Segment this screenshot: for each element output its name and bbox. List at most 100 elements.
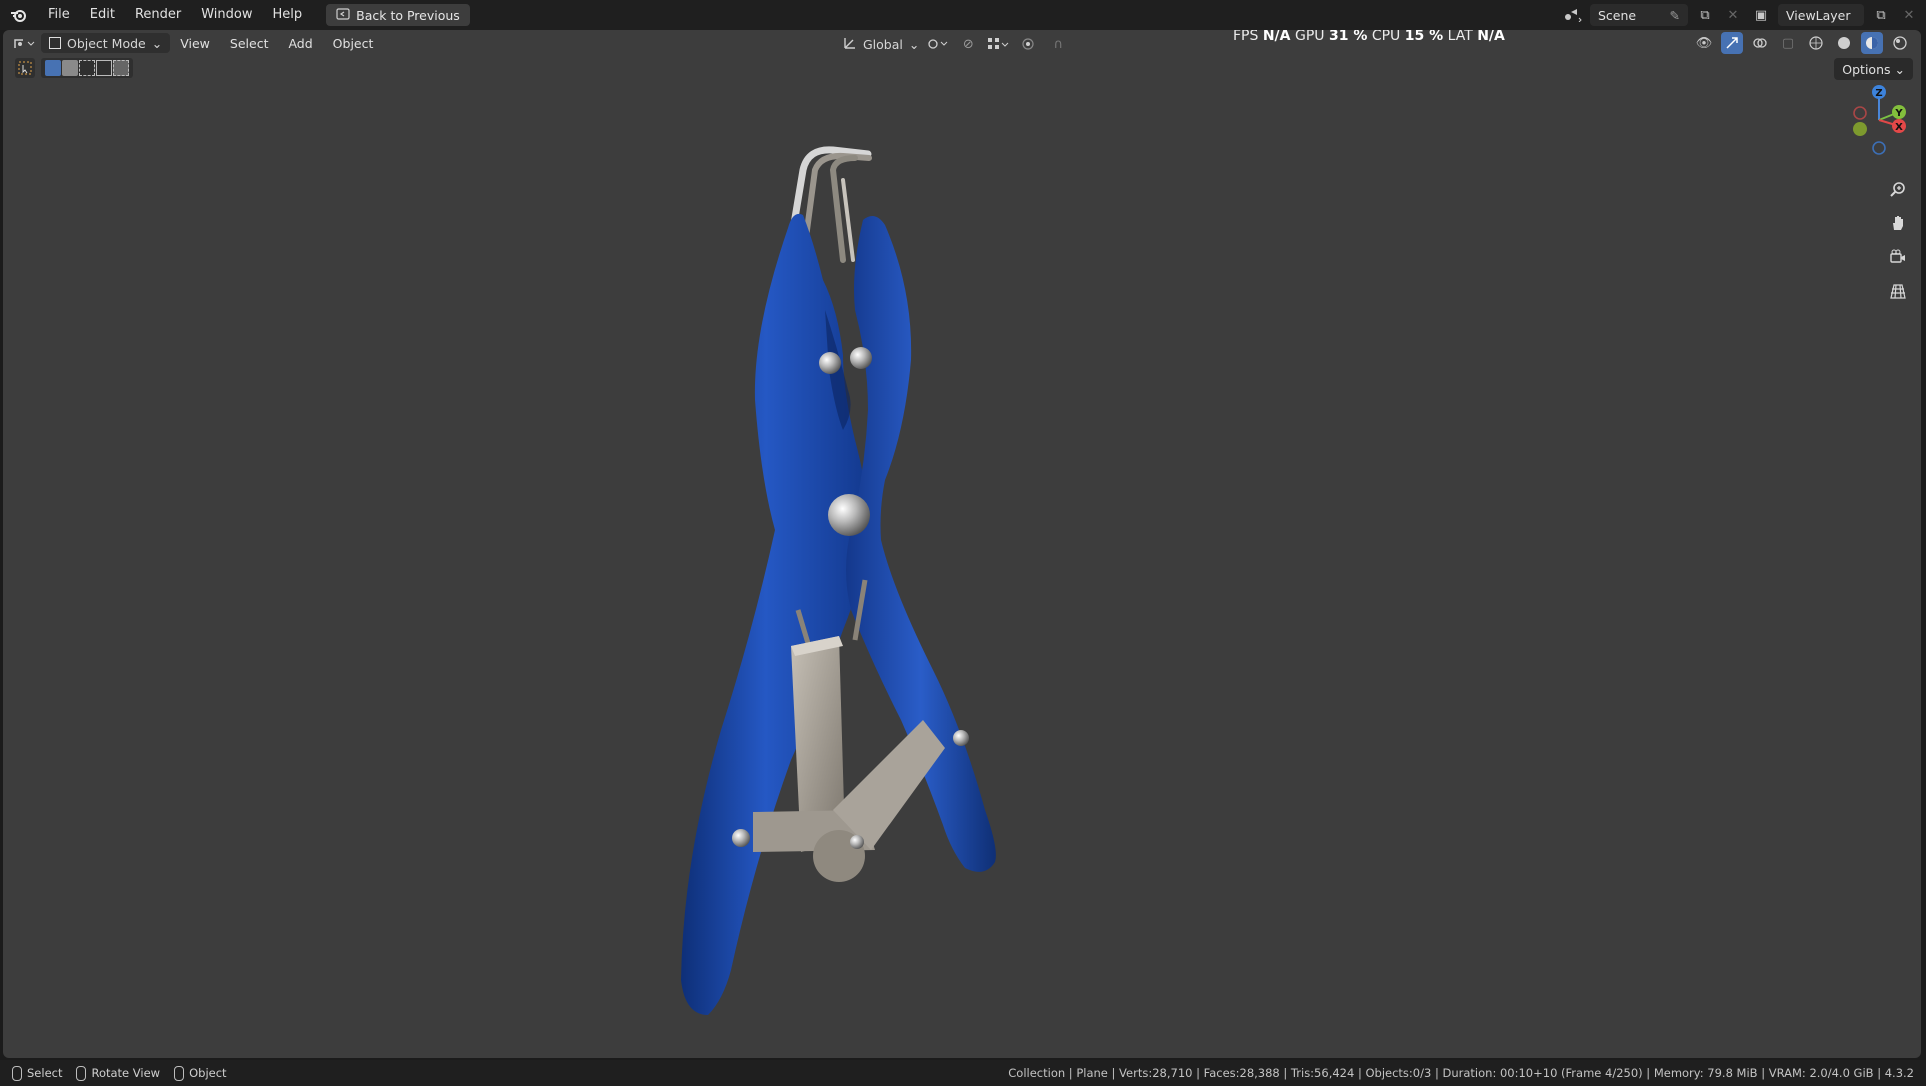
3d-viewport[interactable]: Object Mode ⌄ View Select Add Object Glo…: [3, 30, 1921, 1058]
mode-label: Object Mode: [67, 35, 146, 51]
xray-toggle-icon[interactable]: ▢: [1777, 32, 1799, 54]
scene-icon[interactable]: [1562, 4, 1584, 26]
lat-value: N/A: [1477, 30, 1505, 44]
pivot-icon[interactable]: [927, 33, 949, 55]
navigation-gizmo[interactable]: Z Y X: [1841, 80, 1911, 174]
gizmo-x-label: X: [1895, 122, 1903, 133]
menu-view[interactable]: View: [170, 36, 220, 51]
status-rotate-label: Rotate View: [91, 1066, 161, 1080]
snap-target-icon[interactable]: [987, 33, 1009, 55]
scene-name: Scene: [1598, 7, 1637, 23]
back-to-previous-label: Back to Previous: [356, 7, 460, 23]
options-dropdown[interactable]: Options ⌄: [1834, 58, 1913, 80]
perspective-toggle-icon[interactable]: [1885, 278, 1911, 304]
menu-add[interactable]: Add: [278, 36, 322, 51]
pin-icon[interactable]: ✎: [1670, 8, 1680, 23]
menu-window[interactable]: Window: [191, 0, 262, 30]
subtract-selection-icon[interactable]: [79, 60, 95, 76]
falloff-icon[interactable]: ∩: [1047, 33, 1069, 55]
menu-render[interactable]: Render: [125, 0, 191, 30]
mouse-left-icon: [12, 1065, 22, 1081]
navigation-buttons: [1885, 176, 1911, 304]
status-hints: Select Rotate View Object: [0, 1065, 227, 1081]
blender-window: File Edit Render Window Help Back to Pre…: [0, 0, 1926, 1086]
invert-selection-icon[interactable]: [96, 60, 112, 76]
performance-stats: FPS N/A GPU 31 % CPU 15 % LAT N/A: [1233, 30, 1505, 44]
pan-hand-icon[interactable]: [1885, 210, 1911, 236]
visibility-icon[interactable]: 👁: [1693, 32, 1715, 54]
pliers-render: [681, 146, 996, 1016]
top-bar: File Edit Render Window Help Back to Pre…: [0, 0, 1926, 30]
intersect-selection-icon[interactable]: [113, 60, 129, 76]
orientation-icon: [843, 36, 857, 53]
camera-view-icon[interactable]: [1885, 244, 1911, 270]
pliers-model[interactable]: [643, 110, 1083, 1054]
new-view-layer-icon[interactable]: ⧉: [1870, 4, 1892, 26]
proportional-edit-icon[interactable]: [1017, 33, 1039, 55]
gizmo-neg-y: [1853, 122, 1867, 136]
zoom-icon[interactable]: [1885, 176, 1911, 202]
extend-selection-icon[interactable]: [62, 60, 78, 76]
menu-select[interactable]: Select: [220, 36, 279, 51]
gpu-value: 31 %: [1328, 30, 1368, 44]
overlay-toggle-icon[interactable]: [1749, 32, 1771, 54]
menu-file[interactable]: File: [38, 0, 80, 30]
blender-logo-icon[interactable]: [0, 0, 38, 30]
view-layer-selector[interactable]: ViewLayer: [1778, 4, 1864, 26]
view-layer-name: ViewLayer: [1786, 7, 1851, 23]
cpu-label: CPU: [1371, 30, 1401, 44]
snap-icon[interactable]: ⊘: [957, 33, 979, 55]
scene-selector[interactable]: Scene ✎: [1590, 4, 1688, 26]
gizmo-y-label: Y: [1894, 108, 1903, 119]
status-object: Object: [174, 1065, 227, 1081]
delete-scene-icon[interactable]: ✕: [1722, 4, 1744, 26]
status-rotate: Rotate View: [76, 1065, 161, 1081]
material-preview-icon[interactable]: [1861, 32, 1883, 54]
status-select: Select: [12, 1065, 63, 1081]
delete-view-layer-icon[interactable]: ✕: [1898, 4, 1920, 26]
fps-label: FPS: [1233, 30, 1259, 44]
menu-help[interactable]: Help: [263, 0, 313, 30]
status-bar: Select Rotate View Object Collection | P…: [0, 1060, 1926, 1086]
chevron-down-icon: ⌄: [1894, 61, 1905, 77]
transform-tools: Global ⌄ ⊘ ∩: [843, 33, 1069, 55]
options-label: Options: [1842, 61, 1891, 77]
fps-value: N/A: [1262, 30, 1291, 44]
back-icon: [336, 7, 350, 23]
menu-object[interactable]: Object: [323, 36, 384, 51]
orientation-label: Global: [863, 36, 903, 52]
status-select-label: Select: [27, 1066, 63, 1080]
tool-settings-row: [15, 58, 133, 78]
selection-mode-buttons: [41, 58, 133, 78]
viewport-display-tools: 👁 ▢: [1693, 32, 1911, 54]
scene-statistics: Collection | Plane | Verts:28,710 | Face…: [1008, 1066, 1914, 1080]
chevron-down-icon: ⌄: [908, 36, 920, 52]
new-selection-icon[interactable]: [45, 60, 61, 76]
gizmo-neg-x: [1853, 106, 1867, 120]
mouse-right-icon: [174, 1065, 185, 1081]
mode-selector[interactable]: Object Mode ⌄: [41, 33, 171, 53]
editor-type-icon[interactable]: [13, 32, 35, 54]
back-to-previous-button[interactable]: Back to Previous: [326, 4, 470, 26]
view-layer-icon[interactable]: ▣: [1750, 4, 1772, 26]
chevron-down-icon: ⌄: [151, 35, 163, 51]
gpu-label: GPU: [1294, 30, 1325, 44]
gizmo-toggle-icon[interactable]: [1721, 32, 1743, 54]
left-handle: [681, 213, 869, 1016]
lat-label: LAT: [1447, 30, 1473, 44]
gizmo-neg-z: [1872, 141, 1886, 155]
gizmo-z-label: Z: [1875, 88, 1882, 99]
select-box-tool-icon[interactable]: [15, 58, 35, 78]
mouse-middle-icon: [76, 1065, 87, 1081]
solid-shading-icon[interactable]: [1833, 32, 1855, 54]
topbar-right: Scene ✎ ⧉ ✕ ▣ ViewLayer ⧉ ✕: [1562, 4, 1920, 26]
rendered-shading-icon[interactable]: [1889, 32, 1911, 54]
viewport-header: Object Mode ⌄ View Select Add Object Glo…: [3, 30, 1921, 56]
object-mode-icon: [49, 37, 61, 49]
orientation-selector[interactable]: Global ⌄: [843, 36, 919, 53]
status-object-label: Object: [189, 1066, 227, 1080]
new-scene-icon[interactable]: ⧉: [1694, 4, 1716, 26]
cpu-value: 15 %: [1404, 30, 1444, 44]
menu-edit[interactable]: Edit: [80, 0, 125, 30]
wireframe-shading-icon[interactable]: [1805, 32, 1827, 54]
